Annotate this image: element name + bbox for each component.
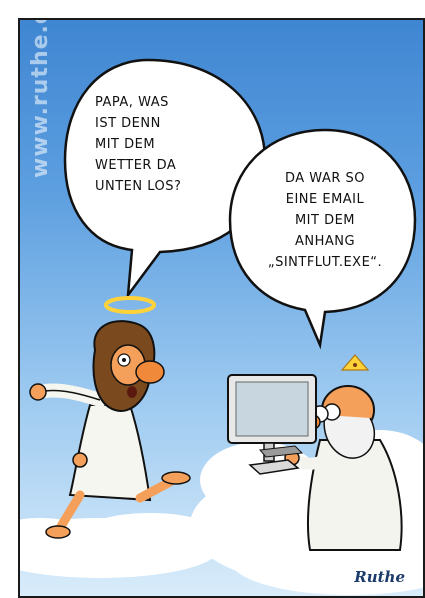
halo-jesus	[104, 296, 156, 314]
eye-of-providence-icon	[340, 354, 370, 371]
comic-panel: www.ruthe.de PAPA, WAS IST DENN MIT DEM …	[18, 18, 425, 598]
speech-text-left: Papa, was ist denn mit dem Wetter da unt…	[95, 95, 182, 194]
artist-signature: Ruthe	[354, 568, 405, 586]
speech-text-right: Da war so eine Email mit dem Anhang „Sin…	[267, 171, 383, 270]
jesus-character	[29, 296, 191, 539]
cloud-left	[20, 513, 220, 578]
comic-frame: www.ruthe.de PAPA, WAS IST DENN MIT DEM …	[0, 0, 425, 598]
